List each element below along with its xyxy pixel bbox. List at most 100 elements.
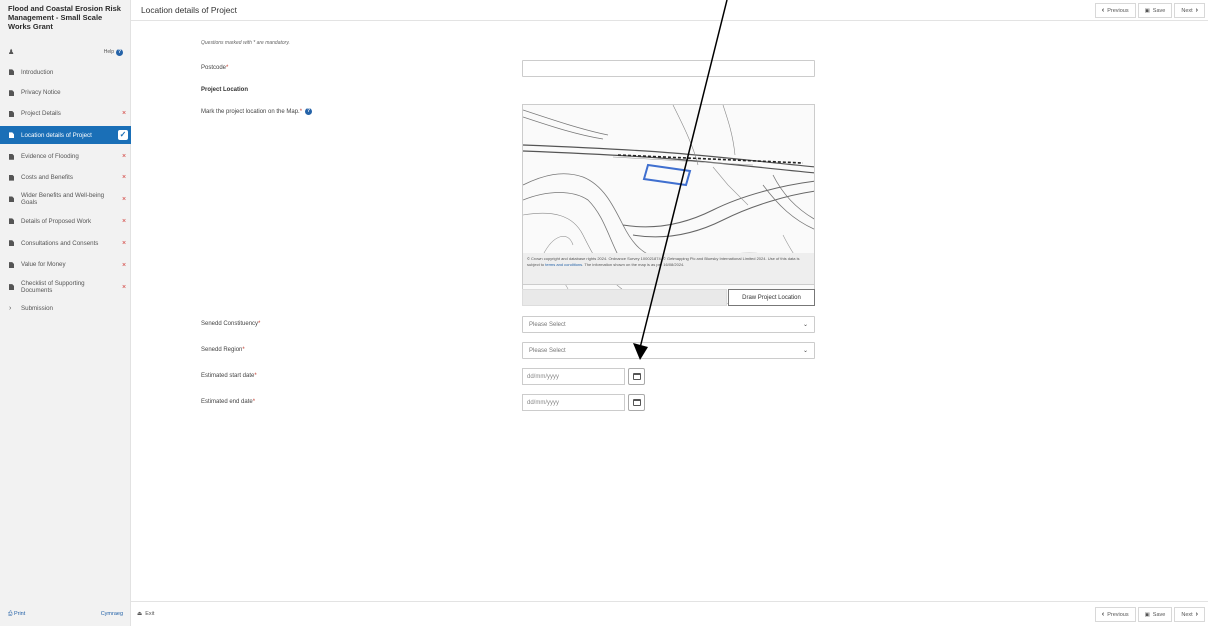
senedd-constituency-select[interactable]: Please Select ⌄ bbox=[522, 316, 815, 333]
sidebar-footer: ⎙ Print Cymraeg bbox=[0, 602, 131, 626]
next-button[interactable]: Next › bbox=[1174, 607, 1205, 622]
calendar-icon bbox=[632, 399, 641, 406]
sidebar-item-privacy-notice[interactable]: Privacy Notice bbox=[0, 83, 131, 104]
save-label: Save bbox=[1152, 7, 1166, 14]
sidebar-item-label: Costs and Benefits bbox=[21, 173, 73, 181]
user-icon[interactable]: ♟ bbox=[8, 48, 14, 56]
incomplete-icon: × bbox=[121, 217, 127, 225]
header-nav-buttons: ‹ Previous ▣ Save Next › bbox=[1094, 3, 1205, 18]
next-label: Next bbox=[1181, 7, 1193, 14]
save-icon: ▣ bbox=[1144, 7, 1150, 14]
app-title: Flood and Coastal Erosion Risk Managemen… bbox=[8, 4, 121, 31]
document-icon bbox=[9, 90, 14, 97]
postcode-label-text: Postcode bbox=[201, 65, 227, 71]
select-value: Please Select bbox=[529, 347, 566, 354]
user-bar: ♟ Help? bbox=[0, 46, 131, 58]
document-icon bbox=[9, 262, 14, 269]
sidebar-item-costs-and-benefits[interactable]: Costs and Benefits × bbox=[0, 167, 131, 188]
previous-label: Previous bbox=[1107, 611, 1129, 618]
sidebar-item-label: Project Details bbox=[21, 110, 61, 118]
calendar-icon bbox=[632, 373, 641, 380]
next-label: Next bbox=[1181, 611, 1193, 618]
printer-icon: ⎙ bbox=[8, 610, 13, 617]
sidebar-item-submission[interactable]: › Submission bbox=[0, 299, 131, 320]
footer-nav-buttons: ‹ Previous ▣ Save Next › bbox=[1094, 607, 1205, 622]
eject-icon: ⏏ bbox=[137, 611, 143, 617]
exit-button[interactable]: ⏏ Exit bbox=[137, 611, 154, 617]
save-label: Save bbox=[1152, 611, 1166, 618]
sidebar-item-label: Privacy Notice bbox=[21, 89, 61, 97]
chevron-right-icon: › bbox=[1195, 7, 1198, 14]
chevron-left-icon: ‹ bbox=[1101, 7, 1105, 14]
help-icon[interactable]: ? bbox=[305, 108, 313, 115]
chevron-down-icon: ⌄ bbox=[802, 348, 808, 354]
postcode-input[interactable] bbox=[522, 60, 815, 77]
map-label-text: Mark the project location on the Map. bbox=[201, 109, 300, 116]
page-footer: ⏏ Exit ‹ Previous ▣ Save Next › bbox=[131, 601, 1208, 626]
sidebar-item-project-details[interactable]: Project Details × bbox=[0, 104, 131, 125]
required-marker: * bbox=[226, 65, 229, 71]
senedd-region-label: Senedd Region* bbox=[201, 347, 245, 353]
sidebar-item-consultations-and-consents[interactable]: Consultations and Consents × bbox=[0, 232, 131, 255]
required-marker: * bbox=[254, 373, 257, 379]
sidebar-nav: Introduction Privacy Notice Project Deta… bbox=[0, 62, 131, 319]
chevron-down-icon: ⌄ bbox=[802, 322, 808, 328]
map-label: Mark the project location on the Map.*? bbox=[201, 108, 313, 116]
map-progress-bar bbox=[522, 289, 727, 306]
document-icon bbox=[9, 110, 14, 117]
sidebar-item-value-for-money[interactable]: Value for Money × bbox=[0, 255, 131, 276]
incomplete-icon: × bbox=[121, 261, 127, 269]
sidebar-item-wider-benefits[interactable]: Wider Benefits and Well-being Goals × bbox=[0, 188, 131, 211]
document-icon bbox=[9, 284, 14, 291]
end-date-calendar-button[interactable] bbox=[628, 394, 645, 411]
copyright-tail: . The information shown on the map is as… bbox=[582, 262, 685, 267]
sidebar: Flood and Coastal Erosion Risk Managemen… bbox=[0, 0, 131, 626]
map-copyright: © Crown copyright and database rights 20… bbox=[522, 253, 815, 285]
sidebar-item-evidence-of-flooding[interactable]: Evidence of Flooding × bbox=[0, 146, 131, 167]
sidebar-item-introduction[interactable]: Introduction bbox=[0, 62, 131, 83]
sidebar-item-checklist-of-supporting-documents[interactable]: Checklist of Supporting Documents × bbox=[0, 276, 131, 299]
estimated-start-date-input[interactable]: dd/mm/yyyy bbox=[522, 368, 625, 385]
sidebar-item-details-of-proposed-work[interactable]: Details of Proposed Work × bbox=[0, 211, 131, 232]
sidebar-item-label: Wider Benefits and Well-being Goals bbox=[21, 191, 105, 207]
required-marker: * bbox=[258, 321, 261, 327]
help-link[interactable]: Help? bbox=[104, 48, 123, 56]
previous-button[interactable]: ‹ Previous bbox=[1094, 3, 1136, 18]
sidebar-item-location-details[interactable]: Location details of Project ✓ bbox=[0, 126, 131, 145]
next-button[interactable]: Next › bbox=[1174, 3, 1205, 18]
document-icon bbox=[9, 132, 14, 139]
document-icon bbox=[9, 153, 14, 160]
incomplete-icon: × bbox=[121, 239, 127, 247]
document-icon bbox=[9, 240, 14, 247]
chevron-right-icon: › bbox=[1195, 611, 1198, 618]
incomplete-icon: × bbox=[121, 195, 127, 203]
draw-project-location-button[interactable]: Draw Project Location bbox=[728, 289, 815, 306]
senedd-constituency-label-text: Senedd Constituency bbox=[201, 321, 259, 327]
app-root: Flood and Coastal Erosion Risk Managemen… bbox=[0, 0, 1208, 626]
document-icon bbox=[9, 218, 14, 225]
senedd-constituency-label: Senedd Constituency* bbox=[201, 321, 260, 327]
language-link[interactable]: Cymraeg bbox=[101, 611, 123, 617]
start-date-calendar-button[interactable] bbox=[628, 368, 645, 385]
save-icon: ▣ bbox=[1144, 611, 1150, 618]
incomplete-icon: × bbox=[121, 153, 127, 161]
incomplete-icon: × bbox=[121, 283, 127, 291]
terms-link[interactable]: terms and conditions bbox=[545, 262, 582, 267]
estimated-end-date-input[interactable]: dd/mm/yyyy bbox=[522, 394, 625, 411]
incomplete-icon: × bbox=[121, 110, 127, 118]
print-link[interactable]: ⎙ Print bbox=[8, 611, 25, 618]
senedd-region-label-text: Senedd Region bbox=[201, 347, 243, 353]
previous-label: Previous bbox=[1107, 7, 1129, 14]
sidebar-item-label: Checklist of Supporting Documents bbox=[21, 279, 85, 295]
sidebar-item-label: Consultations and Consents bbox=[21, 239, 99, 247]
sidebar-item-label: Submission bbox=[21, 305, 53, 313]
senedd-region-select[interactable]: Please Select ⌄ bbox=[522, 342, 815, 359]
end-date-label-text: Estimated end date bbox=[201, 399, 253, 405]
estimated-end-date-label: Estimated end date* bbox=[201, 399, 255, 405]
save-button[interactable]: ▣ Save bbox=[1137, 3, 1173, 18]
previous-button[interactable]: ‹ Previous bbox=[1094, 607, 1136, 622]
postcode-label: Postcode* bbox=[201, 65, 228, 71]
document-icon bbox=[9, 174, 14, 181]
save-button[interactable]: ▣ Save bbox=[1137, 607, 1173, 622]
mandatory-note: Questions marked with * are mandatory. bbox=[201, 40, 290, 46]
